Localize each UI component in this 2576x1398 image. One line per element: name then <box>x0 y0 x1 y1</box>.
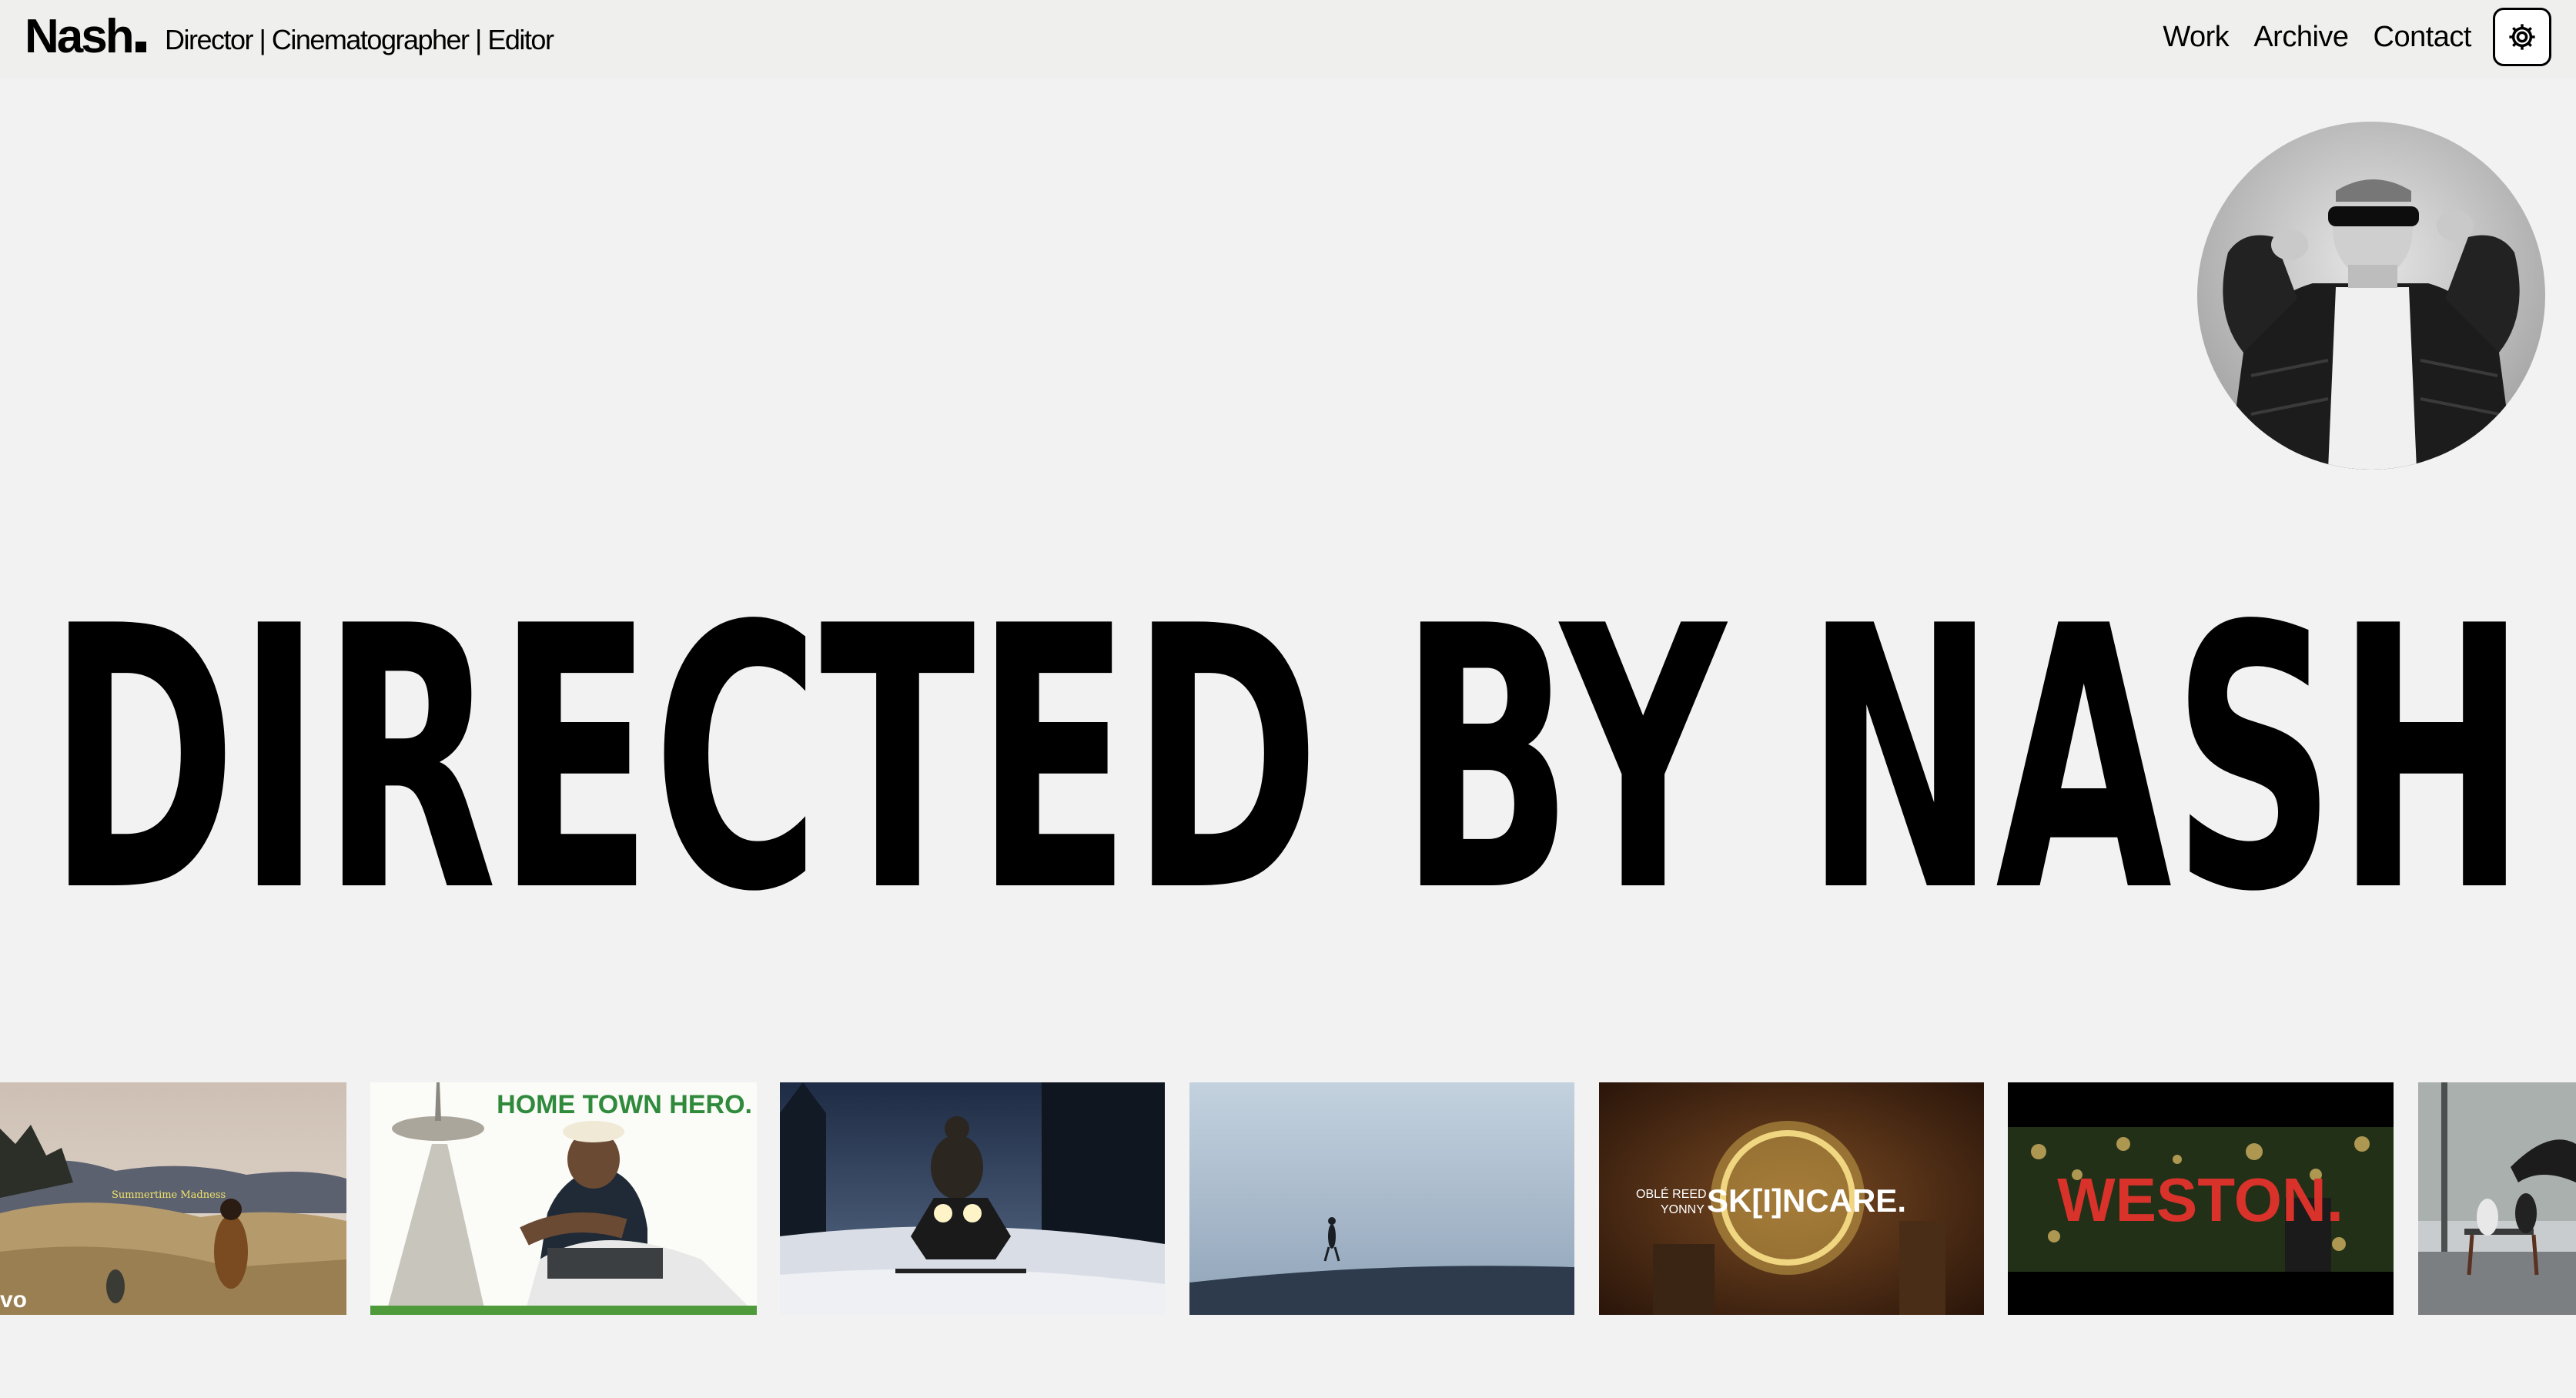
tagline: Director | Cinematographer | Editor <box>165 24 554 55</box>
hero-headline: DIRECTED BY NASH <box>48 550 2533 971</box>
vevo-badge: vo <box>0 1287 27 1313</box>
nav-work[interactable]: Work <box>2163 20 2229 54</box>
brand-logo[interactable]: Nash <box>25 6 146 68</box>
work-thumbnail-strip: Summertime Madness vo HOME TOWN HERO. SK… <box>0 1082 2576 1315</box>
work-thumbnail-1[interactable]: Summertime Madness vo <box>0 1082 346 1315</box>
main-nav: Work Archive Contact <box>2163 20 2471 54</box>
work-thumbnail-3[interactable] <box>780 1082 1165 1315</box>
top-bar: Nash Director | Cinematographer | Editor… <box>0 0 2576 79</box>
gear-icon <box>2509 24 2535 50</box>
work-thumbnail-4[interactable] <box>1189 1082 1574 1315</box>
work-thumbnail-2[interactable]: HOME TOWN HERO. <box>370 1082 757 1315</box>
work-thumbnail-6[interactable]: WESTON. <box>2008 1082 2394 1315</box>
nav-contact[interactable]: Contact <box>2374 20 2472 54</box>
work-thumbnail-5[interactable]: SK[I]NCARE. OBLÉ REED YONNY <box>1599 1082 1984 1315</box>
hero-headline-text: DIRECTED BY NASH <box>48 600 2527 924</box>
work-thumbnail-7[interactable] <box>2418 1082 2576 1315</box>
thumbnail-credit-line-1: OBLÉ REED <box>1636 1186 1707 1201</box>
brand-name: Nash <box>25 10 135 63</box>
thumbnail-overlay-text: Summertime Madness <box>112 1189 226 1201</box>
thumbnail-overlay-text: HOME TOWN HERO. <box>497 1090 752 1119</box>
hero-headline-svg: DIRECTED BY NASH <box>48 550 2527 971</box>
brand-dot <box>135 42 146 52</box>
avatar-portrait <box>2197 122 2545 470</box>
profile-avatar <box>2197 122 2545 470</box>
thumbnail-overlay-text: SK[I]NCARE. <box>1707 1182 1906 1219</box>
theme-toggle-button[interactable] <box>2493 8 2551 66</box>
thumbnail-credit-line-2: YONNY <box>1661 1203 1705 1216</box>
nav-archive[interactable]: Archive <box>2253 20 2349 54</box>
thumbnail-overlay-text: WESTON. <box>2057 1166 2343 1234</box>
